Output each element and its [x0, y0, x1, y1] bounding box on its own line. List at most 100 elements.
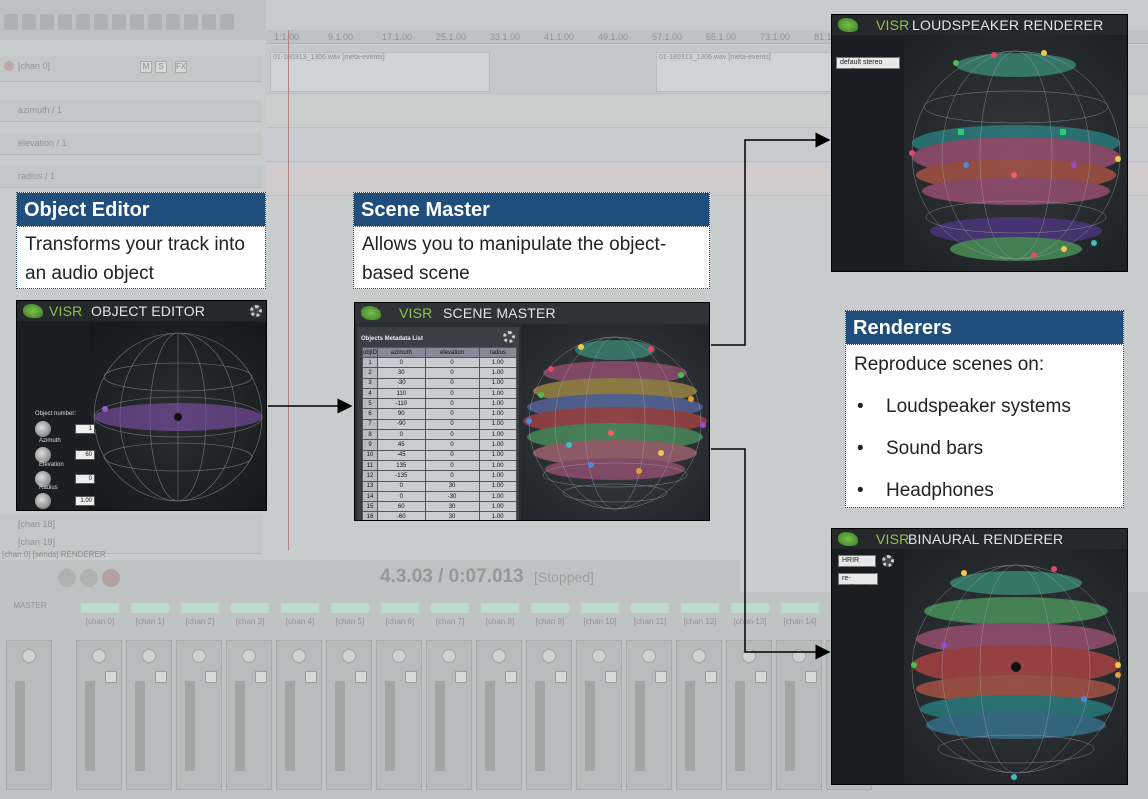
object-dot[interactable]: [538, 392, 544, 398]
routing-button[interactable]: [681, 603, 719, 613]
mute-button[interactable]: [105, 671, 117, 683]
table-row[interactable]: 15 60 30 1.00: [361, 501, 518, 513]
mixer-strip[interactable]: [chan 11]: [626, 603, 672, 790]
mute-button[interactable]: [805, 671, 817, 683]
metadata-cell[interactable]: -30: [424, 490, 480, 503]
routing-button[interactable]: [281, 603, 319, 613]
volume-fader[interactable]: [15, 681, 25, 771]
mixer-strip[interactable]: [chan 10]: [576, 603, 622, 790]
metadata-cell[interactable]: 0: [424, 367, 480, 379]
metadata-cell[interactable]: 0: [424, 459, 480, 472]
metadata-cell[interactable]: 1.00: [478, 459, 518, 472]
metadata-cell[interactable]: 30: [424, 480, 480, 492]
pan-knob[interactable]: [642, 649, 656, 663]
mute-button[interactable]: [755, 671, 767, 683]
metadata-cell[interactable]: 1.00: [478, 501, 518, 513]
pan-knob[interactable]: [192, 649, 206, 663]
record-button[interactable]: [102, 569, 120, 587]
toolbar-button[interactable]: [40, 14, 54, 30]
radius-field[interactable]: 1.00: [75, 496, 95, 506]
metadata-cell[interactable]: 1.00: [478, 377, 518, 389]
mute-button[interactable]: [505, 671, 517, 683]
table-row[interactable]: 13 0 30 1.00: [361, 480, 518, 492]
metadata-cell[interactable]: 1.00: [478, 490, 518, 503]
play-button[interactable]: [58, 569, 76, 587]
toolbar-button[interactable]: [184, 14, 198, 30]
record-arm-button[interactable]: [4, 61, 14, 71]
renderer-sphere-view[interactable]: [904, 35, 1127, 271]
object-dot[interactable]: [688, 396, 694, 402]
volume-fader[interactable]: [485, 681, 495, 771]
pan-knob[interactable]: [392, 649, 406, 663]
pan-knob[interactable]: [142, 649, 156, 663]
mute-button[interactable]: [605, 671, 617, 683]
gear-icon[interactable]: [882, 555, 894, 567]
volume-fader[interactable]: [785, 681, 795, 771]
table-row[interactable]: 11 135 0 1.00: [361, 459, 518, 472]
table-row[interactable]: 4 110 0 1.00: [361, 387, 518, 400]
object-dot[interactable]: [566, 442, 572, 448]
pan-knob[interactable]: [242, 649, 256, 663]
object-dot[interactable]: [578, 344, 584, 350]
metadata-cell[interactable]: 0: [377, 490, 426, 503]
mixer-strip[interactable]: [chan 1]: [126, 603, 172, 790]
routing-button[interactable]: [581, 603, 619, 613]
toolbar-button[interactable]: [166, 14, 180, 30]
metadata-cell[interactable]: 0: [424, 418, 480, 431]
object-dot[interactable]: [678, 372, 684, 378]
mixer-strip[interactable]: [chan 5]: [326, 603, 372, 790]
metadata-cell[interactable]: -90: [377, 418, 426, 431]
volume-fader[interactable]: [735, 681, 745, 771]
pan-knob[interactable]: [692, 649, 706, 663]
metadata-cell[interactable]: 1.00: [478, 470, 518, 482]
routing-button[interactable]: [631, 603, 669, 613]
metadata-cell[interactable]: -110: [377, 398, 426, 410]
table-row[interactable]: 8 0 0 1.00: [361, 429, 518, 441]
toolbar-button[interactable]: [148, 14, 162, 30]
toolbar-button[interactable]: [112, 14, 126, 30]
volume-fader[interactable]: [685, 681, 695, 771]
object-dot[interactable]: [648, 346, 654, 352]
track-header[interactable]: [chan 0] M S FX: [0, 56, 262, 82]
pan-knob[interactable]: [292, 649, 306, 663]
table-row[interactable]: 5 -110 0 1.00: [361, 398, 518, 410]
routing-button[interactable]: [431, 603, 469, 613]
metadata-cell[interactable]: -60: [377, 511, 426, 520]
object-dot[interactable]: [608, 430, 614, 436]
gear-icon[interactable]: [503, 331, 515, 343]
metadata-cell[interactable]: 0: [424, 439, 480, 451]
mixer-strip[interactable]: [chan 8]: [476, 603, 522, 790]
metadata-cell[interactable]: 1.00: [478, 367, 518, 379]
metadata-cell[interactable]: 1.00: [478, 398, 518, 410]
volume-fader[interactable]: [285, 681, 295, 771]
azimuth-knob[interactable]: [35, 447, 51, 463]
metadata-cell[interactable]: 110: [377, 387, 426, 400]
metadata-cell[interactable]: 60: [377, 501, 426, 513]
metadata-cell[interactable]: 1.00: [478, 418, 518, 431]
pan-knob[interactable]: [492, 649, 506, 663]
mute-button[interactable]: [355, 671, 367, 683]
object-number-knob[interactable]: [35, 421, 51, 437]
toolbar-button[interactable]: [94, 14, 108, 30]
toolbar-button[interactable]: [4, 14, 18, 30]
mute-button[interactable]: [155, 671, 167, 683]
table-row[interactable]: 3 -30 0 1.00: [361, 377, 518, 389]
metadata-cell[interactable]: 0: [424, 398, 480, 410]
routing-button[interactable]: [81, 603, 119, 613]
volume-fader[interactable]: [435, 681, 445, 771]
volume-fader[interactable]: [335, 681, 345, 771]
metadata-cell[interactable]: -45: [377, 449, 426, 461]
toolbar-button[interactable]: [202, 14, 216, 30]
pan-knob[interactable]: [342, 649, 356, 663]
metadata-cell[interactable]: 1.00: [478, 387, 518, 400]
routing-button[interactable]: [231, 603, 269, 613]
table-row[interactable]: 2 30 0 1.00: [361, 367, 518, 379]
pan-knob[interactable]: [22, 649, 36, 663]
routing-button[interactable]: [481, 603, 519, 613]
solo-button[interactable]: S: [155, 61, 167, 73]
media-clip[interactable]: 01-180313_1306.wav [meta-events]: [270, 52, 490, 92]
metadata-cell[interactable]: 1.00: [478, 356, 518, 369]
volume-fader[interactable]: [535, 681, 545, 771]
object-dot[interactable]: [548, 366, 554, 372]
metadata-cell[interactable]: 0: [377, 429, 426, 441]
